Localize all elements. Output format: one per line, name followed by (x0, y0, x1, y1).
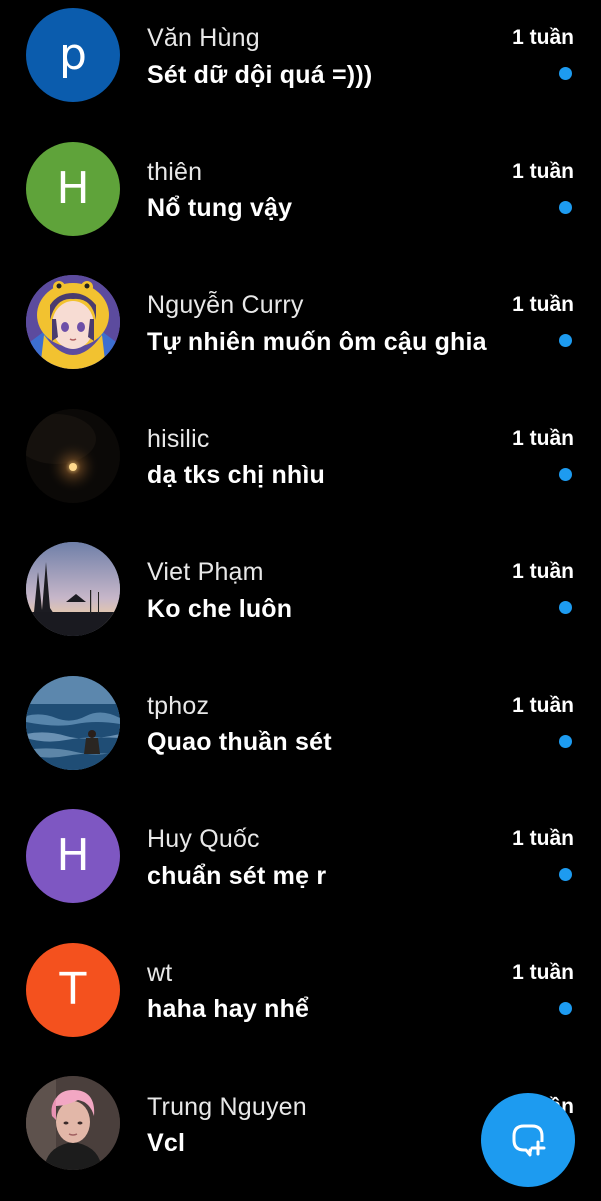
unread-dot (559, 735, 572, 748)
timestamp: 1 tuần (512, 160, 574, 183)
message-preview: Vcl (147, 1129, 186, 1157)
unread-dot (559, 334, 572, 347)
conversation-item[interactable]: H thiên Nổ tung vậy 1 tuần (0, 133, 601, 266)
pink-hair-person-icon (26, 1076, 120, 1170)
ocean-person-avatar[interactable] (26, 676, 120, 770)
night-moon-avatar[interactable] (26, 409, 120, 503)
message-preview: haha hay nhể (147, 995, 310, 1023)
conversation-item[interactable]: Nguyễn Curry Tự nhiên muốn ôm cậu ghia 1… (0, 267, 601, 400)
message-preview: Ko che luôn (147, 595, 293, 623)
conversation-item[interactable]: p Văn Hùng Sét dữ dội quá =))) 1 tuần (0, 0, 601, 133)
night-moon-icon (26, 409, 120, 503)
message-preview: Quao thuần sét (147, 728, 332, 756)
contact-name: tphoz (147, 692, 210, 720)
ocean-person-icon (26, 676, 120, 770)
sunset-landscape-icon (26, 542, 120, 636)
avatar-letter: T (59, 964, 87, 1015)
unread-dot (559, 868, 572, 881)
avatar[interactable]: H (26, 142, 120, 236)
timestamp: 1 tuần (512, 26, 574, 49)
unread-dot (559, 1002, 572, 1015)
message-preview: Sét dữ dội quá =))) (147, 61, 373, 89)
avatar-letter: p (59, 29, 87, 80)
pink-hair-person-avatar[interactable] (26, 1076, 120, 1170)
unread-dot (559, 201, 572, 214)
sunset-landscape-avatar[interactable] (26, 542, 120, 636)
message-preview: dạ tks chị nhìu (147, 461, 326, 489)
new-message-button[interactable] (481, 1093, 575, 1187)
contact-name: Viet Phạm (147, 558, 264, 586)
avatar-letter: H (56, 163, 90, 214)
message-preview: Tự nhiên muốn ôm cậu ghia (147, 328, 487, 356)
contact-name: Văn Hùng (147, 24, 260, 52)
contact-name: hisilic (147, 425, 210, 453)
avatar-letter: H (56, 830, 90, 881)
anime-character-avatar[interactable] (26, 275, 120, 369)
unread-dot (559, 468, 572, 481)
timestamp: 1 tuần (512, 560, 574, 583)
unread-dot (559, 601, 572, 614)
timestamp: 1 tuần (512, 694, 574, 717)
conversation-item[interactable]: H Huy Quốc chuẩn sét mẹ r 1 tuần (0, 801, 601, 934)
conversation-item[interactable]: Viet Phạm Ko che luôn 1 tuần (0, 534, 601, 667)
contact-name: wt (147, 959, 173, 987)
timestamp: 1 tuần (512, 961, 574, 984)
conversation-item[interactable]: T wt haha hay nhể 1 tuần (0, 934, 601, 1067)
conversation-item[interactable]: tphoz Quao thuần sét 1 tuần (0, 667, 601, 800)
contact-name: Nguyễn Curry (147, 291, 304, 319)
conversation-item[interactable]: hisilic dạ tks chị nhìu 1 tuần (0, 400, 601, 533)
message-preview: Nổ tung vậy (147, 194, 293, 222)
new-message-icon (512, 1124, 546, 1157)
anime-character-icon (26, 275, 120, 369)
unread-dot (559, 67, 572, 80)
timestamp: 1 tuần (512, 293, 574, 316)
timestamp: 1 tuần (512, 427, 574, 450)
contact-name: Huy Quốc (147, 825, 260, 853)
timestamp: 1 tuần (512, 827, 574, 850)
avatar[interactable]: T (26, 943, 120, 1037)
avatar[interactable]: p (26, 8, 120, 102)
contact-name: Trung Nguyen (147, 1093, 307, 1121)
message-preview: chuẩn sét mẹ r (147, 862, 327, 890)
avatar[interactable]: H (26, 809, 120, 903)
contact-name: thiên (147, 158, 203, 186)
